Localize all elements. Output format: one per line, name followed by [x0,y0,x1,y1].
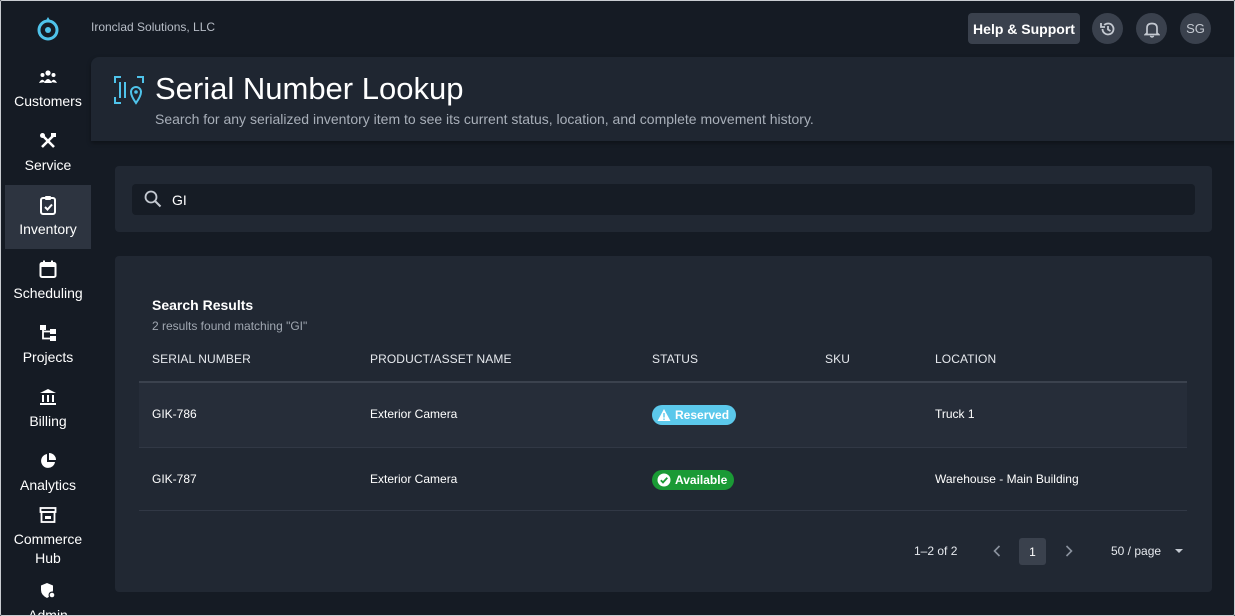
page-header: Serial Number Lookup Search for any seri… [91,57,1234,141]
check-circle-icon [657,473,671,487]
sitemap-icon [38,323,58,343]
results-card: Search Results 2 results found matching … [115,256,1212,592]
product-name-cell: Exterior Camera [370,407,458,421]
sidebar-item-label: Commerce Hub [13,531,83,566]
product-name-cell: Exterior Camera [370,472,458,486]
history-icon [1099,22,1114,35]
sidebar-item-label: Billing [29,413,67,429]
pie-chart-icon [38,451,58,471]
sidebar-item-label: Projects [22,349,74,365]
help-support-button[interactable]: Help & Support [968,13,1080,44]
sidebar-item-projects[interactable]: Projects [5,313,91,377]
status-label: Reserved [675,408,730,422]
location-cell: Warehouse - Main Building [935,472,1079,486]
admin-shield-icon [38,581,58,601]
customers-icon [38,67,58,87]
calendar-icon [38,259,58,279]
serial-scan-icon [114,76,144,105]
pagination-range: 1–2 of 2 [914,544,958,558]
column-header-serial-number[interactable]: SERIAL NUMBER [152,352,251,366]
sidebar-item-service[interactable]: Service [5,121,91,185]
chevron-down-icon[interactable] [1173,546,1185,556]
status-badge: Reserved [652,405,737,425]
company-name: Ironclad Solutions, LLC [91,20,216,34]
clipboard-check-icon [38,195,58,215]
table-row[interactable]: GIK-786 Exterior Camera Reserved Truck 1 [139,383,1187,447]
chevron-left-icon [993,545,1001,557]
results-count: 2 results found matching "GI" [152,319,308,333]
previous-page-button[interactable] [990,540,1004,562]
column-header-sku[interactable]: SKU [825,352,850,366]
search-card [115,166,1212,232]
sidebar-item-customers[interactable]: Customers [5,57,91,121]
serial-number-cell: GIK-786 [152,407,197,421]
store-icon [38,505,58,525]
warning-icon [657,408,671,422]
column-header-product-asset-name[interactable]: PRODUCT/ASSET NAME [370,352,512,366]
sidebar-item-label: Admin [28,607,68,616]
sidebar-item-label: Analytics [19,477,77,493]
sidebar-item-admin[interactable]: Admin [5,571,91,616]
user-avatar[interactable]: SG [1180,13,1211,44]
next-page-button[interactable] [1062,540,1076,562]
top-bar: Ironclad Solutions, LLC Help & Support S… [91,1,1234,57]
search-input[interactable] [172,184,1172,215]
history-button[interactable] [1092,13,1123,44]
sidebar-item-label: Customers [14,93,82,109]
sidebar-item-inventory[interactable]: Inventory [5,185,91,249]
results-title: Search Results [152,297,254,313]
page-number-button[interactable]: 1 [1019,538,1046,565]
page-subtitle: Search for any serialized inventory item… [155,111,814,127]
column-header-location[interactable]: LOCATION [935,352,996,366]
status-badge: Available [652,470,735,490]
sidebar-item-billing[interactable]: Billing [5,377,91,441]
status-label: Available [675,473,728,487]
chevron-right-icon [1065,545,1073,557]
search-icon [144,190,162,208]
serial-number-cell: GIK-787 [152,472,197,486]
table-row[interactable]: GIK-787 Exterior Camera Available Wareho… [139,447,1187,511]
sidebar-item-scheduling[interactable]: Scheduling [5,249,91,313]
location-cell: Truck 1 [935,407,975,421]
sidebar: Customers Service Inventory Scheduling P [1,1,91,616]
app-logo-icon[interactable] [35,16,61,42]
bell-icon [1143,22,1160,38]
page-title: Serial Number Lookup [155,71,464,106]
sidebar-item-commerce-hub[interactable]: Commerce Hub [5,495,91,573]
page-size-select[interactable]: 50 / page [1111,544,1161,558]
sidebar-item-label: Inventory [19,221,77,237]
sidebar-item-label: Scheduling [13,285,83,301]
notifications-button[interactable] [1136,13,1167,44]
sidebar-item-label: Service [24,157,72,173]
bank-icon [38,387,58,407]
tools-icon [38,131,58,151]
column-header-status[interactable]: STATUS [652,352,698,366]
app-window: Customers Service Inventory Scheduling P [0,0,1235,616]
search-field[interactable] [132,184,1195,215]
